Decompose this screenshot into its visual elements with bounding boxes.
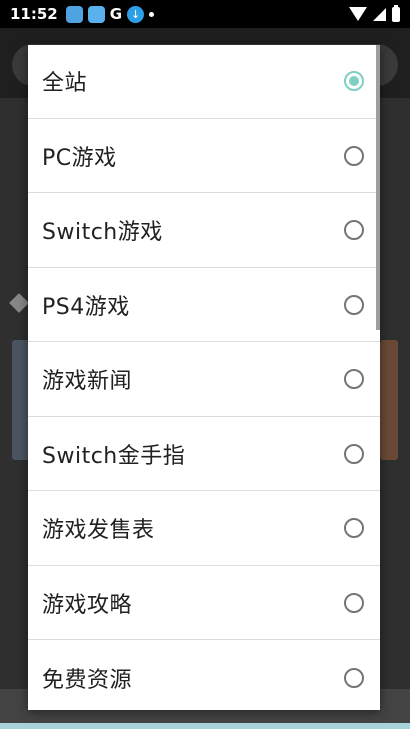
option-label: Switch金手指	[42, 443, 186, 469]
radio-unselected-icon[interactable]	[344, 518, 364, 539]
app-notification-icon	[65, 5, 83, 23]
option-all-site[interactable]: 全站	[28, 45, 380, 119]
more-notifications-dot-icon	[149, 11, 155, 17]
option-label: Switch游戏	[42, 220, 163, 246]
status-bar: 11:52 G ↓	[0, 0, 410, 28]
background-thumbnail-right	[380, 340, 398, 460]
wifi-icon	[349, 7, 367, 21]
option-release-schedule[interactable]: 游戏发售表	[28, 492, 380, 566]
option-label: 游戏攻略	[42, 592, 133, 618]
app-notification-icon-2	[87, 5, 105, 23]
option-label: 全站	[42, 71, 88, 97]
radio-unselected-icon[interactable]	[344, 443, 364, 464]
dialog-scrollbar[interactable]	[376, 45, 380, 330]
option-label: PC游戏	[42, 145, 117, 171]
radio-selected-icon[interactable]	[344, 71, 364, 92]
radio-unselected-icon[interactable]	[344, 294, 364, 315]
radio-unselected-icon[interactable]	[344, 592, 364, 613]
signal-icon	[373, 7, 386, 21]
radio-unselected-icon[interactable]	[344, 667, 364, 688]
download-icon: ↓	[127, 5, 145, 23]
option-switch-games[interactable]: Switch游戏	[28, 194, 380, 268]
option-label: 游戏发售表	[42, 518, 155, 544]
background-bottom-strip	[0, 723, 410, 729]
radio-unselected-icon[interactable]	[344, 220, 364, 241]
option-game-guides[interactable]: 游戏攻略	[28, 567, 380, 640]
option-label: 免费资源	[42, 667, 133, 693]
option-free-resources[interactable]: 免费资源	[28, 641, 380, 710]
option-switch-cheats[interactable]: Switch金手指	[28, 418, 380, 491]
category-choice-dialog: 全站 PC游戏 Switch游戏 PS4游戏 游戏新闻 Switch金手指 游戏…	[28, 45, 380, 710]
google-icon: G	[109, 5, 123, 23]
option-ps4-games[interactable]: PS4游戏	[28, 269, 380, 342]
option-label: PS4游戏	[42, 294, 130, 320]
status-time: 11:52	[10, 5, 58, 23]
option-game-news[interactable]: 游戏新闻	[28, 343, 380, 417]
radio-unselected-icon[interactable]	[344, 145, 364, 166]
status-right-cluster	[349, 4, 400, 22]
option-label: 游戏新闻	[42, 369, 133, 395]
option-pc-games[interactable]: PC游戏	[28, 120, 380, 193]
battery-icon	[392, 4, 400, 22]
radio-unselected-icon[interactable]	[344, 369, 364, 390]
